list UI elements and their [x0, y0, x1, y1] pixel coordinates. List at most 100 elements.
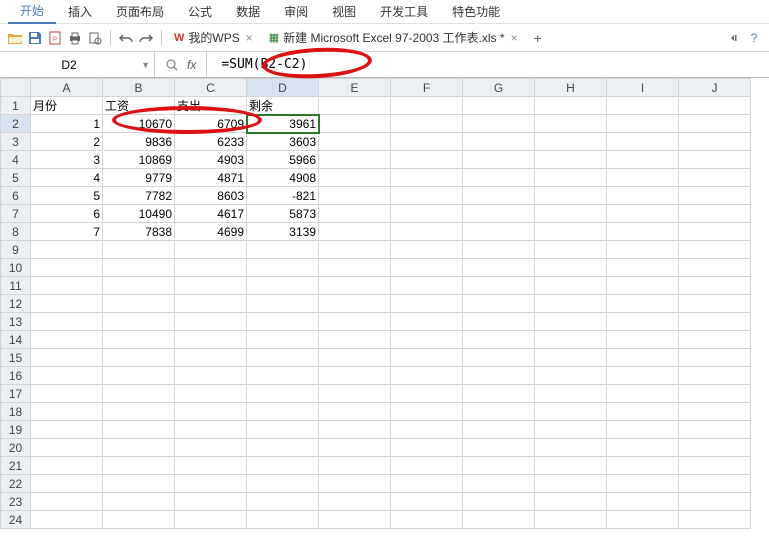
- cell[interactable]: [103, 493, 175, 511]
- cell[interactable]: [463, 277, 535, 295]
- cell[interactable]: [247, 457, 319, 475]
- cell[interactable]: [31, 403, 103, 421]
- cell[interactable]: [31, 331, 103, 349]
- cell[interactable]: [679, 187, 751, 205]
- cell[interactable]: [535, 475, 607, 493]
- cell[interactable]: [463, 223, 535, 241]
- cell[interactable]: [103, 457, 175, 475]
- cell[interactable]: [31, 511, 103, 529]
- cell[interactable]: [175, 511, 247, 529]
- cell[interactable]: [679, 421, 751, 439]
- cell[interactable]: [391, 223, 463, 241]
- print-preview-icon[interactable]: [86, 29, 104, 47]
- row-header[interactable]: 15: [1, 349, 31, 367]
- cell[interactable]: 5966: [247, 151, 319, 169]
- cell[interactable]: [247, 259, 319, 277]
- cell[interactable]: [391, 313, 463, 331]
- row-header[interactable]: 24: [1, 511, 31, 529]
- close-icon[interactable]: ×: [509, 31, 520, 45]
- row-header[interactable]: 20: [1, 439, 31, 457]
- cell[interactable]: [319, 115, 391, 133]
- cell[interactable]: 7782: [103, 187, 175, 205]
- cell[interactable]: [319, 169, 391, 187]
- cell[interactable]: 7: [31, 223, 103, 241]
- menu-pagelayout[interactable]: 页面布局: [104, 0, 176, 23]
- cell[interactable]: [607, 133, 679, 151]
- cell[interactable]: [463, 151, 535, 169]
- cell[interactable]: 1: [31, 115, 103, 133]
- cell[interactable]: [679, 223, 751, 241]
- cell[interactable]: [319, 403, 391, 421]
- row-header[interactable]: 18: [1, 403, 31, 421]
- redo-icon[interactable]: [137, 29, 155, 47]
- row-header[interactable]: 7: [1, 205, 31, 223]
- cell[interactable]: [247, 331, 319, 349]
- cell[interactable]: [535, 457, 607, 475]
- cell[interactable]: [247, 385, 319, 403]
- cell[interactable]: [247, 511, 319, 529]
- cell[interactable]: [535, 169, 607, 187]
- cell[interactable]: [103, 439, 175, 457]
- cell[interactable]: [319, 133, 391, 151]
- cell[interactable]: [679, 511, 751, 529]
- column-header[interactable]: A: [31, 79, 103, 97]
- cell[interactable]: [463, 421, 535, 439]
- cell[interactable]: [391, 115, 463, 133]
- row-header[interactable]: 1: [1, 97, 31, 115]
- cell[interactable]: [31, 295, 103, 313]
- column-header[interactable]: G: [463, 79, 535, 97]
- cell[interactable]: [319, 205, 391, 223]
- cell[interactable]: [319, 187, 391, 205]
- cell[interactable]: 4699: [175, 223, 247, 241]
- cell[interactable]: [319, 493, 391, 511]
- close-icon[interactable]: ×: [244, 31, 255, 45]
- cell[interactable]: [391, 295, 463, 313]
- cell[interactable]: [535, 115, 607, 133]
- cell[interactable]: [535, 511, 607, 529]
- cell[interactable]: [535, 349, 607, 367]
- row-header[interactable]: 5: [1, 169, 31, 187]
- cell[interactable]: [247, 349, 319, 367]
- cell[interactable]: 8603: [175, 187, 247, 205]
- cell[interactable]: [103, 295, 175, 313]
- cell[interactable]: 10869: [103, 151, 175, 169]
- cell[interactable]: [391, 385, 463, 403]
- cell[interactable]: 工资: [103, 97, 175, 115]
- column-header[interactable]: D: [247, 79, 319, 97]
- cell[interactable]: [31, 385, 103, 403]
- cell[interactable]: [679, 367, 751, 385]
- cell[interactable]: [535, 259, 607, 277]
- cell[interactable]: 4: [31, 169, 103, 187]
- cell[interactable]: [463, 367, 535, 385]
- cell[interactable]: [391, 367, 463, 385]
- column-header[interactable]: E: [319, 79, 391, 97]
- cell[interactable]: 10670: [103, 115, 175, 133]
- export-pdf-icon[interactable]: P: [46, 29, 64, 47]
- name-box[interactable]: ▼: [0, 52, 155, 77]
- cell[interactable]: [679, 493, 751, 511]
- cell[interactable]: [319, 385, 391, 403]
- cell[interactable]: [391, 511, 463, 529]
- cell[interactable]: [679, 403, 751, 421]
- cell[interactable]: [247, 421, 319, 439]
- cell[interactable]: [175, 421, 247, 439]
- cell[interactable]: [463, 115, 535, 133]
- row-header[interactable]: 4: [1, 151, 31, 169]
- cell[interactable]: [391, 205, 463, 223]
- cell[interactable]: [391, 169, 463, 187]
- row-header[interactable]: 13: [1, 313, 31, 331]
- cell[interactable]: [535, 205, 607, 223]
- menu-features[interactable]: 特色功能: [440, 0, 512, 23]
- cell[interactable]: [391, 403, 463, 421]
- fx-label[interactable]: fx: [187, 58, 196, 72]
- cell[interactable]: [391, 259, 463, 277]
- cell[interactable]: [247, 367, 319, 385]
- cell[interactable]: [679, 259, 751, 277]
- cell[interactable]: [175, 475, 247, 493]
- cell[interactable]: [607, 97, 679, 115]
- select-all-corner[interactable]: [1, 79, 31, 97]
- cell[interactable]: [607, 475, 679, 493]
- cell[interactable]: [175, 493, 247, 511]
- cell[interactable]: 4908: [247, 169, 319, 187]
- cell[interactable]: [463, 349, 535, 367]
